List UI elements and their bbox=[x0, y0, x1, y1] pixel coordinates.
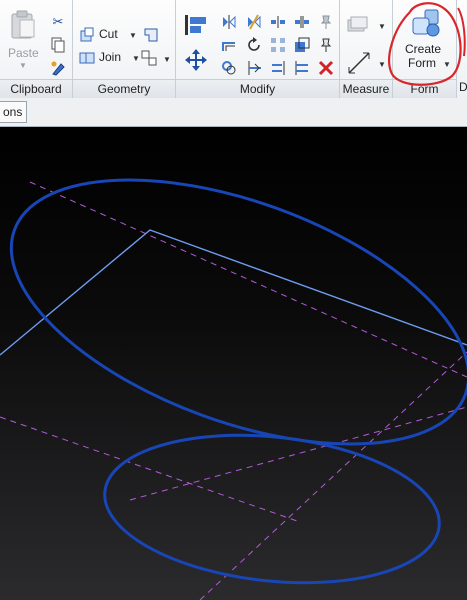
offset-icon[interactable] bbox=[221, 37, 237, 53]
copy-elements-icon[interactable] bbox=[221, 60, 237, 76]
delete-icon[interactable] bbox=[318, 60, 334, 76]
view-icon[interactable] bbox=[347, 16, 369, 34]
paste-label: Paste bbox=[8, 46, 39, 60]
next-panel-title-partial: D bbox=[459, 80, 467, 94]
split-element-icon[interactable] bbox=[270, 14, 286, 30]
move-icon[interactable] bbox=[183, 48, 209, 72]
options-tab[interactable]: ons bbox=[0, 101, 28, 123]
measure-panel-title: Measure bbox=[340, 79, 392, 98]
view-dropdown-icon[interactable]: ▼ bbox=[378, 22, 386, 31]
reference-lines bbox=[0, 181, 467, 600]
cut-geometry-button[interactable]: Cut ▼ bbox=[79, 25, 139, 45]
create-form-icon bbox=[412, 9, 440, 37]
geometry-panel-title: Geometry bbox=[73, 79, 175, 98]
join-label: Join bbox=[99, 50, 122, 64]
mirror-draw-axis-icon[interactable] bbox=[246, 14, 262, 30]
clipboard-panel: Paste ▼ ✂ Clipboard bbox=[0, 0, 73, 98]
clipboard-panel-title: Clipboard bbox=[0, 79, 72, 98]
array-icon[interactable] bbox=[270, 37, 286, 53]
copy-icon[interactable] bbox=[50, 37, 66, 53]
split-face-icon[interactable] bbox=[141, 50, 157, 66]
next-panel-partial: D bbox=[457, 0, 467, 98]
split-with-gap-icon[interactable] bbox=[294, 14, 310, 30]
match-properties-icon[interactable] bbox=[50, 60, 66, 76]
modify-panel: Modify bbox=[176, 0, 340, 98]
paste-icon bbox=[11, 10, 35, 39]
wall-joins-icon[interactable] bbox=[143, 27, 159, 43]
scale-icon[interactable] bbox=[294, 37, 310, 53]
geometry-panel: Cut ▼ Join ▼ ▼ Geometry bbox=[73, 0, 176, 98]
cut-geometry-icon bbox=[80, 27, 94, 42]
paste-button[interactable]: Paste ▼ bbox=[4, 8, 42, 72]
viewport-canvas[interactable] bbox=[0, 127, 467, 600]
join-geometry-icon bbox=[79, 52, 95, 64]
reference-line-upper bbox=[29, 181, 467, 378]
create-form-button[interactable]: Create Form ▼ bbox=[399, 6, 453, 76]
cut-scissors-icon[interactable]: ✂ bbox=[50, 14, 66, 30]
measure-dropdown-icon[interactable]: ▼ bbox=[378, 60, 386, 69]
cut-label: Cut bbox=[99, 27, 118, 41]
extend-multiple-icon[interactable] bbox=[270, 60, 286, 76]
align-icon[interactable] bbox=[183, 14, 209, 36]
mirror-axis-icon[interactable] bbox=[221, 14, 237, 30]
lower-ellipse-curve[interactable] bbox=[97, 420, 446, 598]
pin-icon[interactable] bbox=[318, 37, 334, 53]
options-bar: ons bbox=[0, 98, 467, 127]
trim-extend-icon[interactable] bbox=[246, 60, 262, 76]
model-line[interactable] bbox=[0, 229, 467, 356]
join-dropdown-icon: ▼ bbox=[132, 54, 140, 63]
3d-viewport[interactable] bbox=[0, 127, 467, 600]
rotate-icon[interactable] bbox=[246, 37, 262, 53]
create-form-label-line2: Form bbox=[408, 56, 436, 70]
form-panel: Create Form ▼ Form bbox=[393, 0, 457, 98]
upper-ellipse-curve[interactable] bbox=[0, 127, 467, 497]
reference-line-diagonal bbox=[199, 351, 467, 600]
ribbon: Paste ▼ ✂ Clipboard Cut ▼ Join ▼ ▼ Geome… bbox=[0, 0, 467, 99]
unpin-icon[interactable] bbox=[318, 14, 334, 30]
measure-panel: ▼ ▼ Measure bbox=[340, 0, 393, 98]
trim-multiple-icon[interactable] bbox=[294, 60, 310, 76]
form-panel-title: Form bbox=[393, 79, 456, 98]
geometry-more-dropdown-icon[interactable]: ▼ bbox=[163, 55, 171, 64]
modify-panel-title: Modify bbox=[176, 79, 339, 98]
create-form-label-line1: Create bbox=[405, 42, 442, 56]
join-geometry-button[interactable]: Join ▼ bbox=[79, 48, 141, 68]
create-form-dropdown-icon: ▼ bbox=[443, 60, 451, 69]
measure-distance-icon[interactable] bbox=[346, 50, 372, 76]
paste-dropdown-icon: ▼ bbox=[19, 61, 27, 70]
options-tab-label: ons bbox=[3, 105, 23, 119]
cut-dropdown-icon: ▼ bbox=[129, 31, 137, 40]
